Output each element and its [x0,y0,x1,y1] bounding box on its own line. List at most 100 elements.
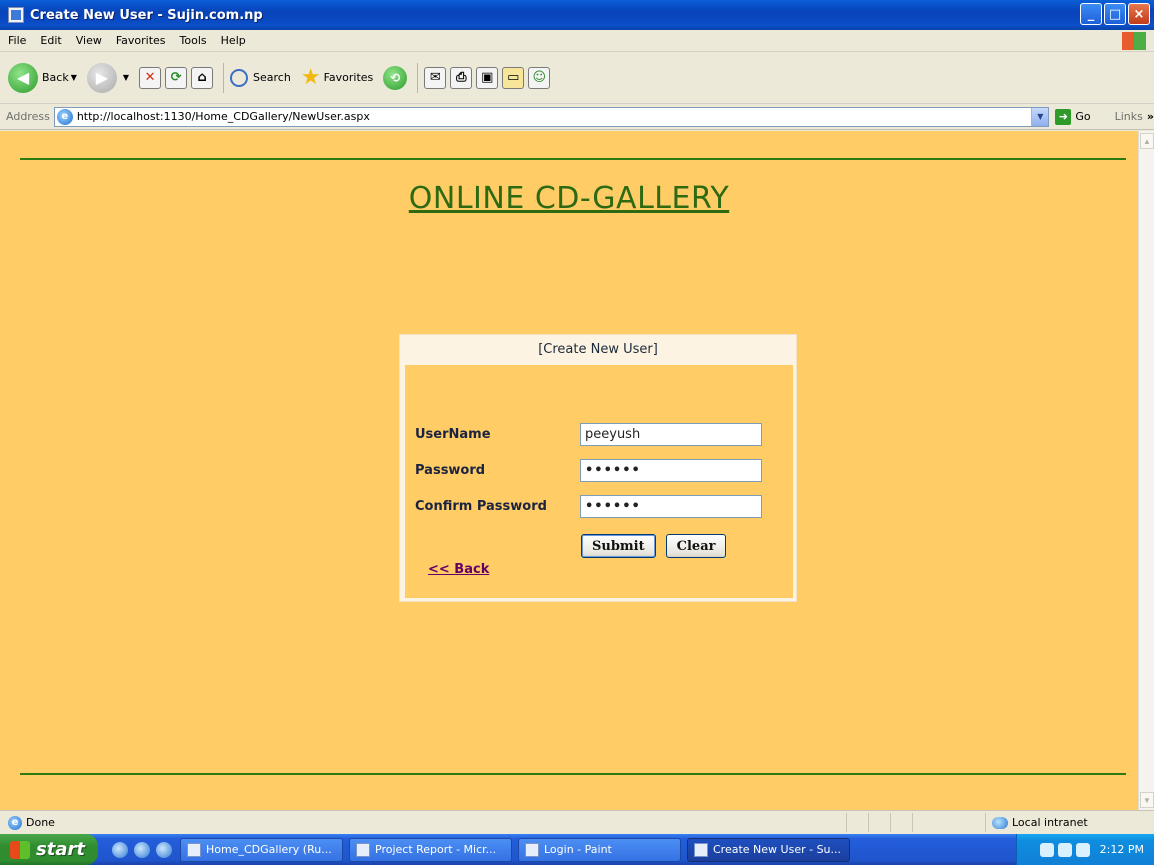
browser-quicklaunch-icon[interactable] [134,841,150,858]
volume-icon[interactable] [1075,842,1090,857]
address-label: Address [6,110,50,123]
password-input[interactable] [580,458,762,482]
task-label: Create New User - Su... [713,843,842,856]
favorites-label: Favorites [323,71,374,84]
ie-page-icon: e [56,108,73,125]
task-label: Home_CDGallery (Ru... [206,843,332,856]
word-app-icon [356,842,370,857]
chevron-down-icon[interactable]: ▼ [71,73,77,82]
back-link[interactable]: << Back [428,562,489,577]
menu-tools[interactable]: Tools [180,34,207,47]
menu-file[interactable]: File [8,34,26,47]
edit-icon[interactable]: ▣ [476,66,499,89]
taskbar: start Home_CDGallery (Ru... Project Repo… [0,834,1154,865]
password-label: Password [415,462,486,478]
minimize-button[interactable]: _ [1080,3,1102,25]
taskbar-item[interactable]: Home_CDGallery (Ru... [180,837,343,862]
back-tray-icon[interactable] [1039,842,1054,857]
taskbar-item[interactable]: Project Report - Micr... [349,837,512,862]
search-button[interactable]: Search [230,68,291,87]
menu-favorites[interactable]: Favorites [116,34,166,47]
username-input[interactable] [580,422,762,446]
intranet-icon [992,816,1008,829]
go-label: Go [1075,110,1091,123]
ie-window-icon [8,7,24,23]
menu-help[interactable]: Help [221,34,246,47]
tray-icons [1039,842,1090,857]
username-row: UserName [415,421,762,447]
go-arrow-icon: ➜ [1055,108,1072,125]
status-cell [846,813,868,832]
ie-app-icon [694,842,708,857]
menu-view[interactable]: View [76,34,102,47]
confirm-password-input[interactable] [580,494,762,518]
create-user-panel: [Create New User] UserName Password Conf… [399,334,797,602]
system-tray: 2:12 PM [1016,834,1154,865]
search-icon [230,68,249,87]
menu-bar: File Edit View Favorites Tools Help [0,30,1154,52]
task-label: Project Report - Micr... [375,843,497,856]
forward-button[interactable]: ▶ ▼ [86,62,129,93]
address-bar: Address e http://localhost:1130/Home_CDG… [0,104,1154,130]
chevron-down-icon[interactable]: ▼ [1031,107,1049,126]
submit-button[interactable]: Submit [581,534,656,558]
task-label: Login - Paint [544,843,612,856]
site-title-wrap: ONLINE CD-GALLERY [0,181,1138,216]
search-label: Search [253,71,291,84]
address-url: http://localhost:1130/Home_CDGallery/New… [76,110,370,123]
status-text: Done [26,816,55,829]
status-cell [890,813,912,832]
form-buttons: Submit Clear [581,534,727,558]
scroll-down-icon[interactable]: ▼ [1140,792,1154,808]
network-icon[interactable] [1057,842,1072,857]
ie-page-icon: e [8,815,22,830]
scroll-up-icon[interactable]: ▲ [1140,133,1154,149]
back-button[interactable]: ◀ Back ▼ [8,62,77,93]
window-titlebar: Create New User - Sujin.com.np _ □ × [0,0,1154,30]
ie-quicklaunch-icon[interactable] [112,841,128,858]
status-cells [846,813,934,832]
windows-flag-icon [10,840,30,859]
home-icon[interactable]: ⌂ [191,66,214,89]
refresh-icon[interactable]: ⟳ [165,66,188,89]
star-icon: ★ [300,65,321,90]
vertical-scrollbar[interactable]: ▲ ▼ [1138,131,1154,810]
print-icon[interactable]: ⎙ [450,66,473,89]
go-button[interactable]: ➜ Go [1055,108,1091,125]
address-input[interactable]: e http://localhost:1130/Home_CDGallery/N… [53,106,1050,127]
toolbar-separator [417,62,419,93]
history-icon[interactable]: ⟲ [383,65,408,90]
taskbar-item-active[interactable]: Create New User - Su... [687,837,850,862]
chevron-right-icon: » [1146,110,1154,123]
create-user-form: UserName Password Confirm Password Submi… [405,365,793,598]
favorites-button[interactable]: ★ Favorites [301,65,373,90]
paint-app-icon [525,842,539,857]
windows-logo-icon [1122,32,1146,50]
security-zone: Local intranet [985,813,1088,832]
forward-arrow-icon: ▶ [86,62,117,93]
clock: 2:12 PM [1099,843,1144,856]
password-row: Password [415,457,762,483]
status-bar: e Done Local intranet [0,810,1154,834]
close-button[interactable]: × [1128,3,1150,25]
mail-icon[interactable]: ✉ [424,66,447,89]
links-label: Links [1114,110,1143,123]
taskbar-item[interactable]: Login - Paint [518,837,681,862]
messenger-icon[interactable]: ☺ [528,66,551,89]
menu-edit[interactable]: Edit [40,34,61,47]
quick-launch [112,841,172,858]
media-quicklaunch-icon[interactable] [156,841,172,858]
zone-label: Local intranet [1012,816,1088,829]
start-button[interactable]: start [0,834,98,865]
page-content: ONLINE CD-GALLERY [Create New User] User… [0,131,1138,810]
maximize-button[interactable]: □ [1104,3,1126,25]
folder-icon[interactable]: ▭ [502,66,525,89]
toolbar: ◀ Back ▼ ▶ ▼ ✕ ⟳ ⌂ Search ★ Favorites ⟲ … [0,52,1154,104]
chevron-down-icon[interactable]: ▼ [123,73,129,82]
links-button[interactable]: Links» [1115,110,1154,123]
stop-icon[interactable]: ✕ [139,66,162,89]
clear-button[interactable]: Clear [665,534,727,558]
status-cell [868,813,890,832]
username-label: UserName [415,426,491,442]
status-area: e Done [0,815,55,830]
